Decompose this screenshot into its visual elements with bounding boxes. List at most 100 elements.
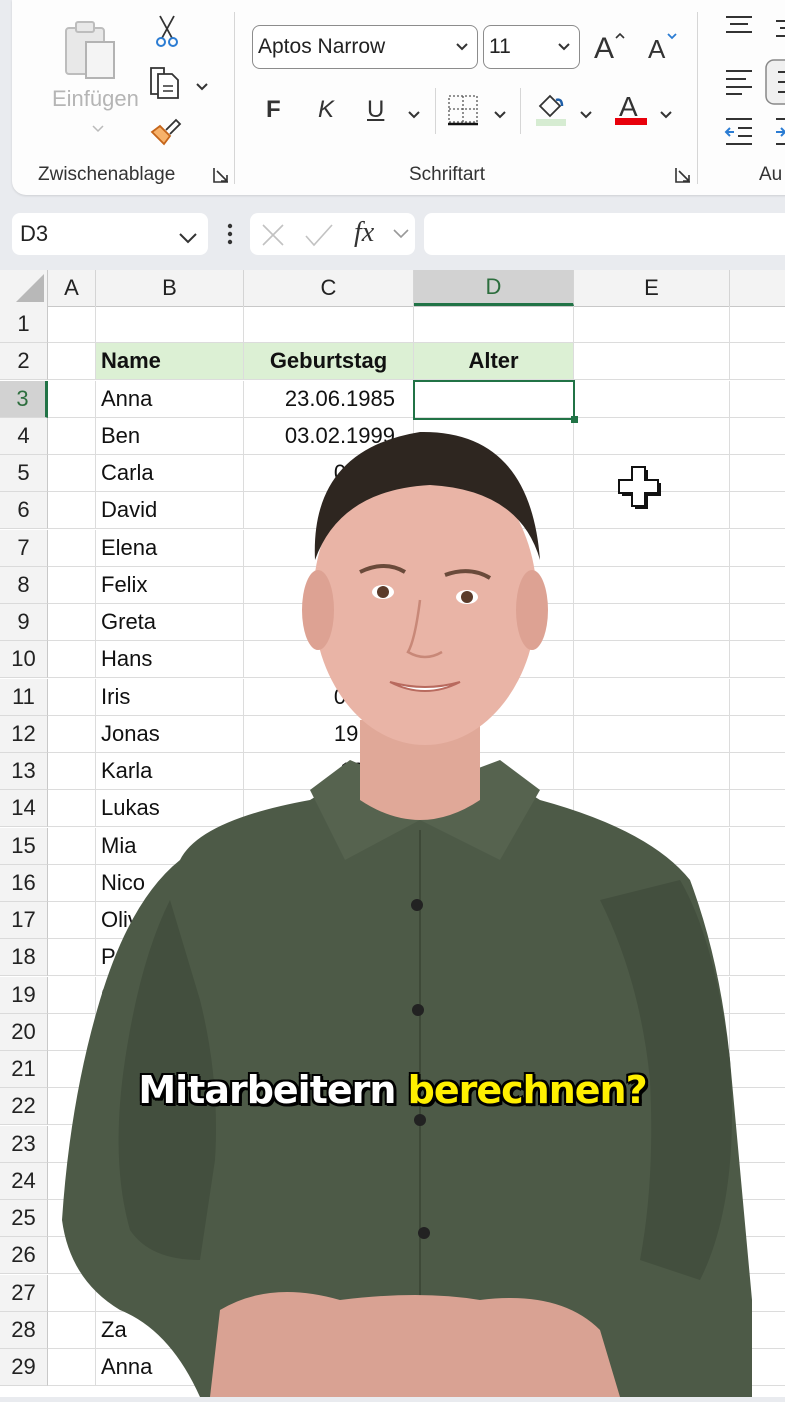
underline-button[interactable]: U: [367, 96, 384, 124]
cell-e23[interactable]: [574, 1126, 730, 1163]
cell-f26[interactable]: [730, 1237, 785, 1274]
increase-font-size-icon[interactable]: A: [592, 30, 628, 67]
cell-d12[interactable]: [414, 716, 574, 753]
cell-f6[interactable]: [730, 492, 785, 529]
more-options-icon[interactable]: [226, 222, 234, 251]
row-header-17[interactable]: 17: [0, 902, 48, 939]
cell-f9[interactable]: [730, 604, 785, 641]
row-header-15[interactable]: 15: [0, 828, 48, 865]
cell-e27[interactable]: [574, 1275, 730, 1312]
cell-d14[interactable]: [414, 790, 574, 827]
cell-c26[interactable]: [244, 1237, 414, 1274]
cell-c14[interactable]: 07.: [244, 790, 414, 827]
cell-b27[interactable]: [96, 1275, 244, 1312]
cell-c24[interactable]: [244, 1163, 414, 1200]
cell-c6[interactable]: 01.06: [244, 492, 414, 529]
cell-e20[interactable]: [574, 1014, 730, 1051]
cell-d19[interactable]: [414, 977, 574, 1014]
column-header-d[interactable]: D: [414, 270, 574, 306]
cell-f8[interactable]: [730, 567, 785, 604]
cell-a19[interactable]: [48, 977, 96, 1014]
cell-b10[interactable]: Hans: [96, 641, 244, 678]
cell-b25[interactable]: [96, 1200, 244, 1237]
cell-d7[interactable]: [414, 530, 574, 567]
cell-e13[interactable]: [574, 753, 730, 790]
cell-e3[interactable]: [574, 381, 730, 418]
cell-d17[interactable]: [414, 902, 574, 939]
cell-b29[interactable]: Anna: [96, 1349, 244, 1386]
cell-e8[interactable]: [574, 567, 730, 604]
cell-a28[interactable]: [48, 1312, 96, 1349]
row-header-19[interactable]: 19: [0, 977, 48, 1014]
cell-b7[interactable]: Elena: [96, 530, 244, 567]
cell-e7[interactable]: [574, 530, 730, 567]
cell-d20[interactable]: [414, 1014, 574, 1051]
cell-c5[interactable]: 02.04.: [244, 455, 414, 492]
cell-c9[interactable]: 19.0: [244, 604, 414, 641]
cell-e24[interactable]: [574, 1163, 730, 1200]
clipboard-dialog-launcher-icon[interactable]: [212, 166, 230, 184]
cell-b24[interactable]: [96, 1163, 244, 1200]
row-header-1[interactable]: 1: [0, 306, 48, 343]
cell-a6[interactable]: [48, 492, 96, 529]
column-header-e[interactable]: E: [574, 270, 730, 306]
cell-b5[interactable]: Carla: [96, 455, 244, 492]
cell-c8[interactable]: 28.0: [244, 567, 414, 604]
row-header-9[interactable]: 9: [0, 604, 48, 641]
cell-b16[interactable]: Nico: [96, 865, 244, 902]
cell-e28[interactable]: [574, 1312, 730, 1349]
cell-c25[interactable]: [244, 1200, 414, 1237]
align-center-button[interactable]: [764, 58, 785, 111]
cell-d10[interactable]: [414, 641, 574, 678]
cell-a3[interactable]: [48, 381, 96, 418]
row-header-23[interactable]: 23: [0, 1126, 48, 1163]
cell-a25[interactable]: [48, 1200, 96, 1237]
cell-a16[interactable]: [48, 865, 96, 902]
cell-c10[interactable]: 23.10: [244, 641, 414, 678]
cell-c20[interactable]: [244, 1014, 414, 1051]
row-header-18[interactable]: 18: [0, 939, 48, 976]
decrease-font-size-icon[interactable]: A: [646, 30, 682, 67]
cell-f17[interactable]: [730, 902, 785, 939]
cell-b3[interactable]: Anna: [96, 381, 244, 418]
scissors-icon[interactable]: [154, 14, 180, 53]
fill-color-icon[interactable]: [534, 92, 568, 131]
cell-b18[interactable]: Pa: [96, 939, 244, 976]
font-color-dropdown-chevron-icon[interactable]: [660, 106, 672, 124]
cell-a11[interactable]: [48, 679, 96, 716]
chevron-down-icon[interactable]: [393, 227, 409, 245]
cell-c18[interactable]: [244, 939, 414, 976]
cell-c23[interactable]: [244, 1126, 414, 1163]
cell-f14[interactable]: [730, 790, 785, 827]
cell-b2[interactable]: Name: [96, 343, 244, 380]
row-header-27[interactable]: 27: [0, 1275, 48, 1312]
cell-f3[interactable]: [730, 381, 785, 418]
cell-b28[interactable]: Za: [96, 1312, 244, 1349]
align-middle-icon[interactable]: [774, 18, 785, 45]
bold-button[interactable]: F: [266, 96, 281, 124]
cell-f13[interactable]: [730, 753, 785, 790]
row-header-4[interactable]: 4: [0, 418, 48, 455]
cell-f5[interactable]: [730, 455, 785, 492]
cell-a10[interactable]: [48, 641, 96, 678]
cell-f11[interactable]: [730, 679, 785, 716]
cell-e18[interactable]: [574, 939, 730, 976]
column-header-b[interactable]: B: [96, 270, 244, 306]
cell-e15[interactable]: [574, 828, 730, 865]
copy-dropdown-chevron-icon[interactable]: [196, 78, 208, 96]
clipboard-paste-icon[interactable]: [64, 18, 122, 85]
cell-a17[interactable]: [48, 902, 96, 939]
cell-d18[interactable]: [414, 939, 574, 976]
cell-e29[interactable]: [574, 1349, 730, 1386]
cell-a4[interactable]: [48, 418, 96, 455]
copy-icon[interactable]: [148, 64, 182, 105]
column-header-a[interactable]: A: [48, 270, 96, 306]
cell-b8[interactable]: Felix: [96, 567, 244, 604]
cancel-icon[interactable]: [260, 222, 286, 253]
row-header-6[interactable]: 6: [0, 492, 48, 529]
cell-f12[interactable]: [730, 716, 785, 753]
cell-f20[interactable]: [730, 1014, 785, 1051]
cell-e14[interactable]: [574, 790, 730, 827]
cell-a12[interactable]: [48, 716, 96, 753]
name-box[interactable]: D3: [12, 213, 208, 255]
